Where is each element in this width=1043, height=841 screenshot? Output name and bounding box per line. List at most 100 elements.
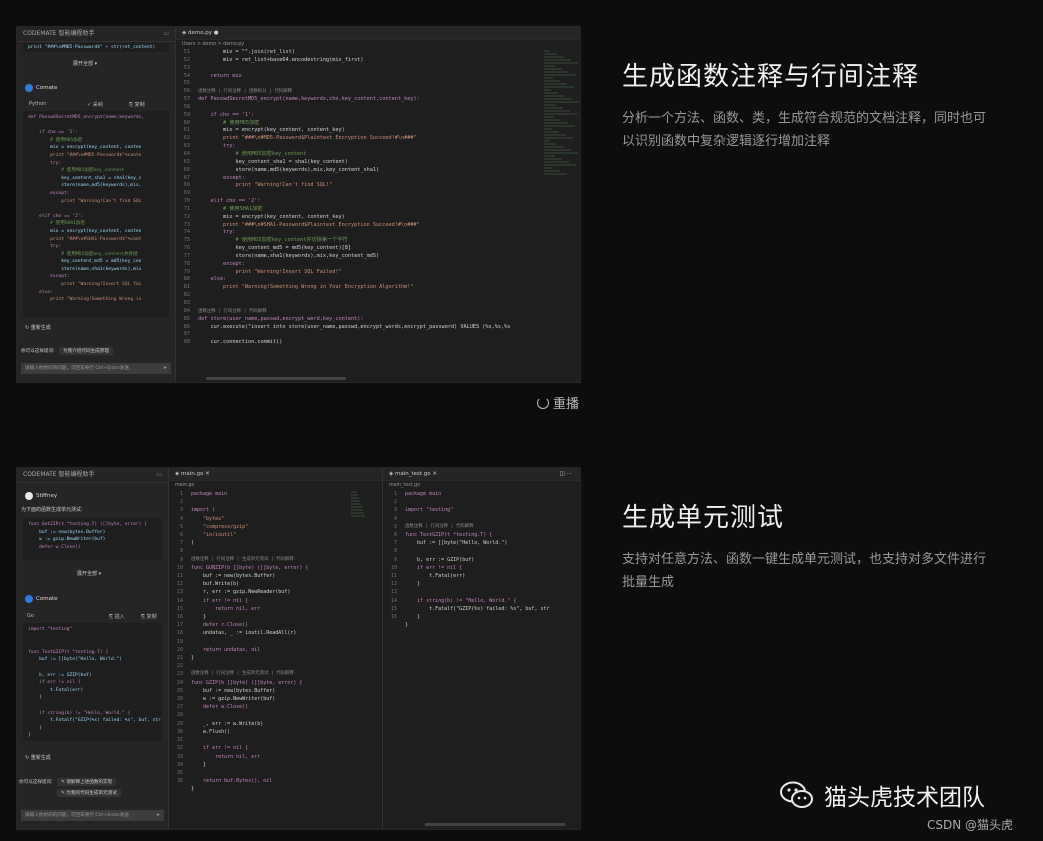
hint-label: 你可以这样提问: xyxy=(19,780,53,785)
line-number: 12 xyxy=(176,581,183,588)
code-line: if err != nil { xyxy=(191,745,249,752)
line-number: 4 xyxy=(393,515,397,522)
code-line: t.Fatal(err) xyxy=(28,687,84,693)
horizontal-scrollbar[interactable] xyxy=(206,377,346,380)
line-number: 69 xyxy=(183,190,190,197)
horizontal-scrollbar[interactable] xyxy=(425,823,565,826)
code-line: } xyxy=(28,695,42,701)
codemate-answer-header: Comate xyxy=(25,84,57,92)
line-number: 81 xyxy=(183,284,190,291)
chat-input[interactable]: 请输入你想问的问题，可回车换行 Ctrl+Enter发送 ➤ xyxy=(21,810,164,821)
hint-explain-button[interactable]: ✎ 请解释上述函数的实现 xyxy=(57,778,117,786)
send-icon[interactable]: ➤ xyxy=(156,810,160,821)
tab-demo-py[interactable]: demo.py xyxy=(188,30,212,36)
minimap-row xyxy=(351,494,358,496)
regenerate-button[interactable]: ↻ 重新生成 xyxy=(25,754,51,761)
chat-input[interactable]: 请输入你想问的问题，可回车换行 Ctrl+Enter发送 ➤ xyxy=(21,363,171,374)
minimap[interactable] xyxy=(544,49,580,179)
minimap-row xyxy=(544,128,552,130)
editor-tab-bar: ◈ demo.py ● xyxy=(176,27,580,40)
code-line: defer w.Close() xyxy=(28,544,81,550)
new-chat-icon[interactable]: ▭ xyxy=(163,27,169,41)
replay-button[interactable]: 重播 xyxy=(537,393,579,412)
minimap-row xyxy=(544,65,555,67)
editor-pane: ◈ demo.py ● Users > demo > demo.py 51 52 5… xyxy=(176,27,580,382)
new-chat-icon[interactable]: ▭ xyxy=(156,468,162,482)
close-icon[interactable]: ✕ xyxy=(205,471,210,477)
line-number: 51 xyxy=(183,49,190,55)
code-line: buf := []byte("Hello, World.") xyxy=(405,540,508,547)
minimap-row xyxy=(544,98,572,100)
hint-label: 你可以这样提问: xyxy=(21,349,55,354)
code-line: print "###\n#MD5-Password$Plaintext Encr… xyxy=(198,135,417,142)
hint-suggestion-button[interactable]: 为我介绍代码生成原理 xyxy=(59,347,113,355)
line-number: 77 xyxy=(183,252,190,259)
line-number: 64 xyxy=(183,150,190,157)
code-line: 函数注释 | 行间注释 | 代码解释 xyxy=(405,523,474,529)
code-line: try: xyxy=(28,160,62,166)
section-desc-comments: 分析一个方法、函数、类，生成符合规范的文档注释，同时也可以识别函数中复杂逻辑逐行… xyxy=(622,111,987,149)
unsaved-dot-icon: ● xyxy=(213,30,219,36)
minimap-row xyxy=(544,140,550,142)
line-number: 33 xyxy=(176,753,183,760)
insert-button[interactable]: ⎘ 插入 xyxy=(109,613,125,620)
code-line: t.Fatalf("GZIP(%s) failed: %s", buf, str xyxy=(28,718,161,724)
line-number: 66 xyxy=(183,166,190,173)
code-line: else: xyxy=(198,276,227,283)
minimap-row xyxy=(544,113,577,115)
previous-code-line: print "###\n#MD5-Password$" + str(ret_co… xyxy=(28,45,156,50)
line-number: 15 xyxy=(390,605,397,612)
tab-main-go[interactable]: main.go xyxy=(181,471,203,477)
sidebar-title: CODEMATE 智能编程助手 xyxy=(23,471,95,478)
adopt-button[interactable]: ✓ 采纳 xyxy=(87,101,103,108)
code-line: 函数注释 | 行间注释 | 生成单元测试 | 代码解释 xyxy=(191,671,294,677)
line-number: 20 xyxy=(176,646,183,653)
minimap-row xyxy=(544,68,562,70)
section-title-comments: 生成函数注释与行间注释 xyxy=(622,62,920,92)
code-line: } xyxy=(191,614,207,621)
line-number: 72 xyxy=(183,213,190,220)
tab-main-test-go[interactable]: main_test.go xyxy=(395,471,431,477)
send-icon[interactable]: ➤ xyxy=(163,363,167,374)
minimap-row xyxy=(544,74,576,76)
minimap-row xyxy=(544,101,579,103)
line-number: 3 xyxy=(393,507,397,514)
code-line: } xyxy=(405,581,421,588)
code-line: if err != nil { xyxy=(28,680,81,686)
code-line: # 使用MD5加密 xyxy=(198,119,260,126)
close-icon[interactable]: ✕ xyxy=(432,471,437,477)
codemate-logo-icon xyxy=(25,595,33,603)
codemate-label: Comate xyxy=(36,596,58,602)
code-line: w.Flush() xyxy=(191,728,231,735)
code-editor-content[interactable]: mix = "".join(ret_list) mix = ret_list+b… xyxy=(198,49,510,347)
code-line: if err != nil { xyxy=(191,597,249,604)
copy-button[interactable]: ⎘ 复制 xyxy=(141,613,157,620)
line-number: 10 xyxy=(176,564,183,571)
code-line: _, err := w.Write(b) xyxy=(191,720,264,727)
minimap-row xyxy=(351,497,359,499)
code-line: if string(b) != "Hello, World." { xyxy=(405,597,517,604)
line-number: 67 xyxy=(183,174,190,181)
expand-all-button[interactable]: 展开全部 ▾ xyxy=(73,60,97,67)
code-editor-content[interactable]: package main import ( "bytes" "compress/… xyxy=(191,490,308,794)
copy-button[interactable]: ⎘ 复制 xyxy=(129,101,145,108)
code-line: 函数注释 | 行间注释 | 生成单元测试 | 代码解释 xyxy=(191,556,294,562)
expand-all-button[interactable]: 展开全部 ▾ xyxy=(77,570,101,577)
code-editor-content[interactable]: package main import "testing" 函数注释 | 行间注… xyxy=(405,490,550,629)
regenerate-button[interactable]: ↻ 重新生成 xyxy=(25,324,51,331)
code-line: b, err := GZIP(buf) xyxy=(405,556,475,563)
line-number: 21 xyxy=(176,655,183,662)
line-number: 88 xyxy=(183,339,190,346)
line-number: 2 xyxy=(393,499,397,506)
split-editor-icon[interactable]: ◫ ⋯ xyxy=(560,468,572,480)
codemate-label: Comate xyxy=(36,85,58,91)
minimap[interactable] xyxy=(351,490,375,520)
hint-unit-test-button[interactable]: ✎ 为我的代码生成单元测试 xyxy=(57,789,121,797)
code-line: if cho == '1': xyxy=(28,130,78,136)
line-number: 6 xyxy=(393,532,397,539)
